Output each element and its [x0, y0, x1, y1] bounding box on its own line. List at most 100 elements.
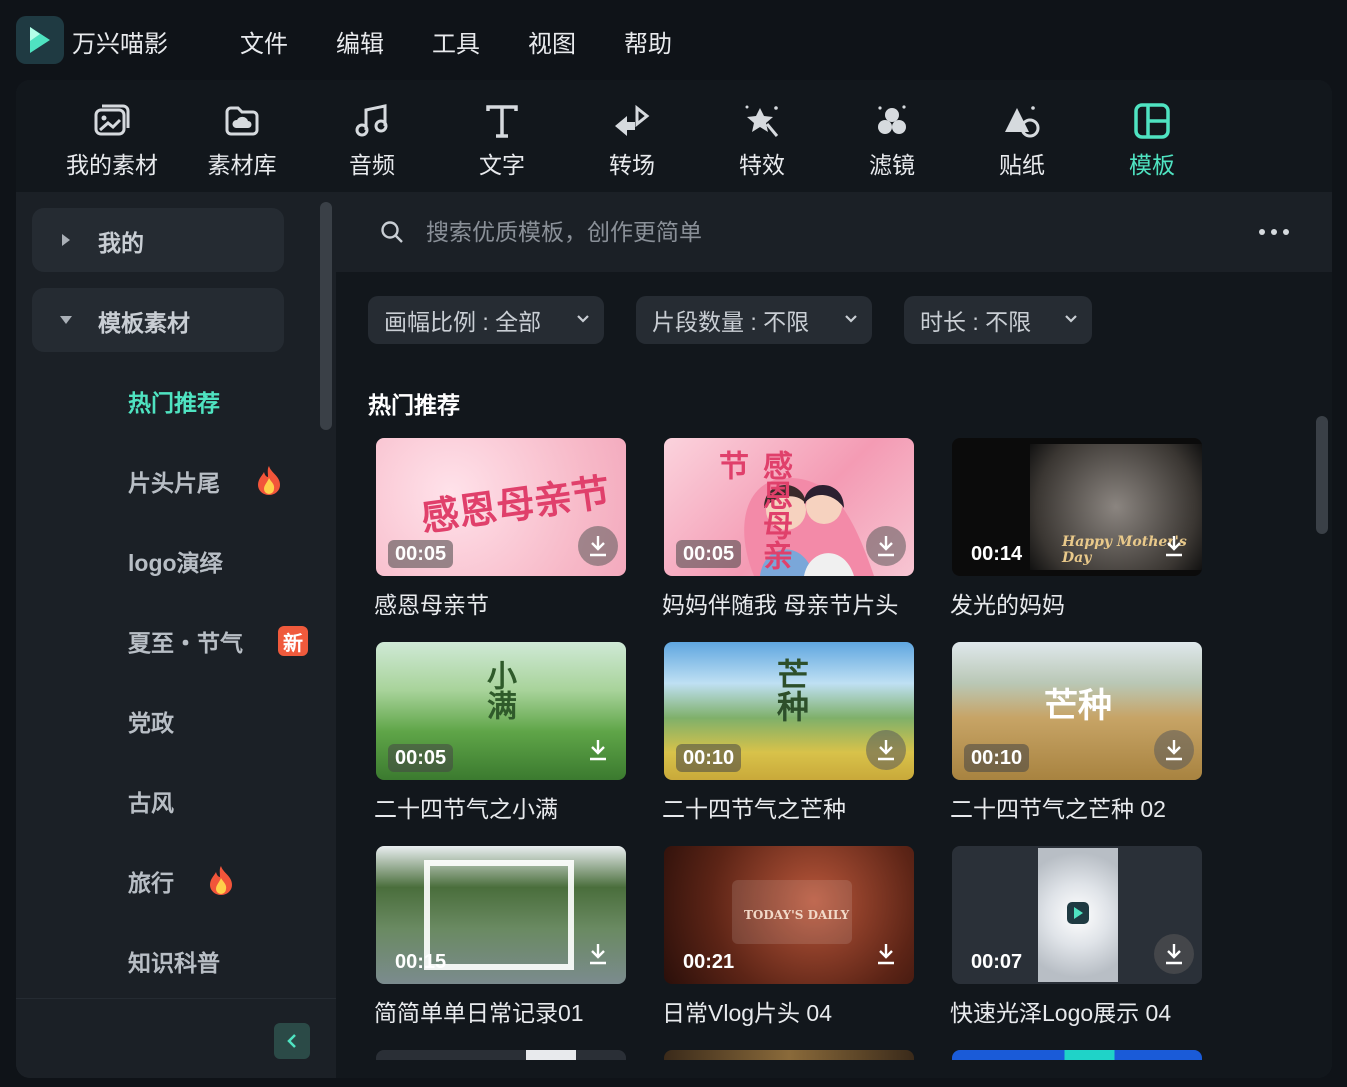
menu-view[interactable]: 视图 [528, 24, 576, 59]
tab-label: 转场 [609, 152, 655, 178]
download-icon [878, 944, 894, 965]
download-icon [590, 536, 606, 557]
template-thumbnail: 感恩母亲节 00:05 [664, 438, 914, 576]
template-card[interactable]: TODAY'S DAILY 00:21 日常Vlog片头 04 [662, 846, 916, 1026]
tab-label: 模板 [1129, 152, 1175, 178]
duration-badge: 00:05 [388, 744, 454, 772]
download-button[interactable] [866, 526, 906, 566]
template-thumbnail: 00:15 [376, 846, 626, 984]
aspect-ratio-dropdown[interactable]: 画幅比例 : 全部 [368, 296, 604, 344]
sidebar-item-intro-outro[interactable]: 片头片尾 [128, 464, 220, 498]
sidebar-item-ancient[interactable]: 古风 [128, 784, 174, 818]
content-scrollbar[interactable] [1316, 416, 1328, 534]
stock-media-icon [225, 106, 259, 136]
chevron-left-icon [287, 1034, 296, 1048]
duration-badge: 00:07 [971, 951, 1023, 973]
template-card[interactable]: 00:07 快速光泽Logo展示 04 [950, 846, 1204, 1026]
template-title: 发光的妈妈 [950, 592, 1065, 618]
download-button[interactable] [578, 526, 618, 566]
text-icon [486, 105, 518, 138]
template-thumbnail-partial[interactable] [664, 1050, 914, 1060]
tab-filter[interactable]: 滤镜 [832, 102, 952, 182]
template-title: 二十四节气之小满 [374, 796, 558, 822]
menu-file[interactable]: 文件 [240, 24, 288, 59]
filter-icon [878, 105, 906, 134]
template-thumbnail-partial[interactable] [376, 1050, 626, 1060]
download-icon [878, 536, 894, 557]
app-logo-icon [16, 16, 64, 64]
tab-label: 我的素材 [66, 152, 158, 178]
template-card[interactable]: 芒种 00:10 二十四节气之芒种 [662, 642, 916, 822]
app-name: 万兴喵影 [72, 31, 168, 58]
sidebar-item-politics[interactable]: 党政 [128, 704, 174, 738]
group-label: 我的 [98, 230, 144, 256]
download-button[interactable] [866, 730, 906, 770]
download-button[interactable] [1154, 730, 1194, 770]
tab-label: 文字 [479, 152, 525, 178]
menu-edit[interactable]: 编辑 [336, 24, 384, 59]
tab-transition[interactable]: 转场 [572, 102, 692, 182]
download-icon [1166, 740, 1182, 761]
my-media-icon [94, 104, 130, 136]
sidebar-group-mine[interactable]: 我的 [32, 208, 284, 272]
clip-count-dropdown[interactable]: 片段数量 : 不限 [636, 296, 872, 344]
sticker-icon [1005, 106, 1040, 138]
sidebar-item-summer-solstice[interactable]: 夏至・节气 [128, 624, 243, 658]
caret-down-icon [60, 316, 72, 324]
chevron-down-icon [577, 315, 589, 323]
sidebar-item-hot[interactable]: 热门推荐 [128, 384, 220, 418]
tab-template[interactable]: 模板 [1092, 102, 1212, 182]
template-card[interactable]: 感恩母亲节 00:05 妈妈伴随我 母亲节片头 [662, 438, 916, 618]
download-button[interactable] [1154, 934, 1194, 974]
download-button[interactable] [578, 730, 618, 770]
tab-stock-media[interactable]: 素材库 [182, 102, 302, 182]
tab-label: 特效 [739, 152, 785, 178]
tab-text[interactable]: 文字 [442, 102, 562, 182]
duration-dropdown[interactable]: 时长 : 不限 [904, 296, 1092, 344]
duration-badge: 00:10 [676, 744, 742, 772]
template-card[interactable]: 芒种 00:10 二十四节气之芒种 02 [950, 642, 1204, 822]
tab-sticker[interactable]: 贴纸 [962, 102, 1082, 182]
sidebar-group-templates[interactable]: 模板素材 [32, 288, 284, 352]
template-title: 妈妈伴随我 母亲节片头 [662, 592, 899, 618]
duration-badge: 00:21 [683, 951, 735, 973]
tab-my-media[interactable]: 我的素材 [52, 102, 172, 182]
template-title: 简简单单日常记录01 [374, 1000, 584, 1026]
section-title: 热门推荐 [368, 392, 460, 418]
duration-badge: 00:14 [971, 543, 1023, 565]
template-card[interactable]: 感恩母亲节 00:05 感恩母亲节 [374, 438, 628, 618]
tab-effects[interactable]: 特效 [702, 102, 822, 182]
fire-icon [258, 466, 280, 495]
sidebar-item-travel[interactable]: 旅行 [128, 864, 174, 898]
template-card[interactable]: 小满 00:05 二十四节气之小满 [374, 642, 628, 822]
template-thumbnail: 芒种 00:10 [664, 642, 914, 780]
sidebar-scrollbar[interactable] [320, 202, 332, 430]
download-button[interactable] [578, 934, 618, 974]
template-thumbnail-partial[interactable] [952, 1050, 1202, 1060]
thumbnail-art-text: 感恩母亲节 [418, 468, 613, 540]
tab-audio[interactable]: 音频 [312, 102, 432, 182]
download-icon [590, 740, 606, 761]
download-icon [1166, 536, 1182, 557]
download-button[interactable] [1154, 526, 1194, 566]
template-thumbnail: 感恩母亲节 00:05 [376, 438, 626, 576]
category-sidebar: 我的 模板素材 热门推荐 片头片尾 logo演绎 夏至・节气 新 党政 古风 旅… [16, 192, 336, 1078]
collapse-sidebar-button[interactable] [274, 1023, 310, 1059]
thumbnail-art-text: 芒种 [772, 658, 810, 722]
menu-tools[interactable]: 工具 [432, 24, 480, 59]
sidebar-item-logo[interactable]: logo演绎 [128, 544, 223, 578]
chevron-down-icon [1065, 315, 1077, 323]
filter-label: 画幅比例 : 全部 [384, 309, 542, 335]
tab-label: 音频 [349, 152, 395, 178]
duration-badge: 00:10 [964, 744, 1030, 772]
template-card[interactable]: 00:15 简简单单日常记录01 [374, 846, 628, 1026]
template-card[interactable]: Happy Mother's Day 00:14 发光的妈妈 [950, 438, 1204, 618]
sidebar-item-science[interactable]: 知识科普 [128, 944, 220, 978]
download-button[interactable] [866, 934, 906, 974]
template-browser: 画幅比例 : 全部 片段数量 : 不限 时长 : 不限 热门推荐 感恩母亲节 0… [336, 192, 1332, 1078]
search-input[interactable] [426, 212, 1126, 252]
caret-right-icon [62, 234, 70, 246]
menu-help[interactable]: 帮助 [624, 24, 672, 59]
thumbnail-art-text: 小满 [481, 660, 516, 720]
more-options-icon[interactable] [1256, 220, 1292, 244]
